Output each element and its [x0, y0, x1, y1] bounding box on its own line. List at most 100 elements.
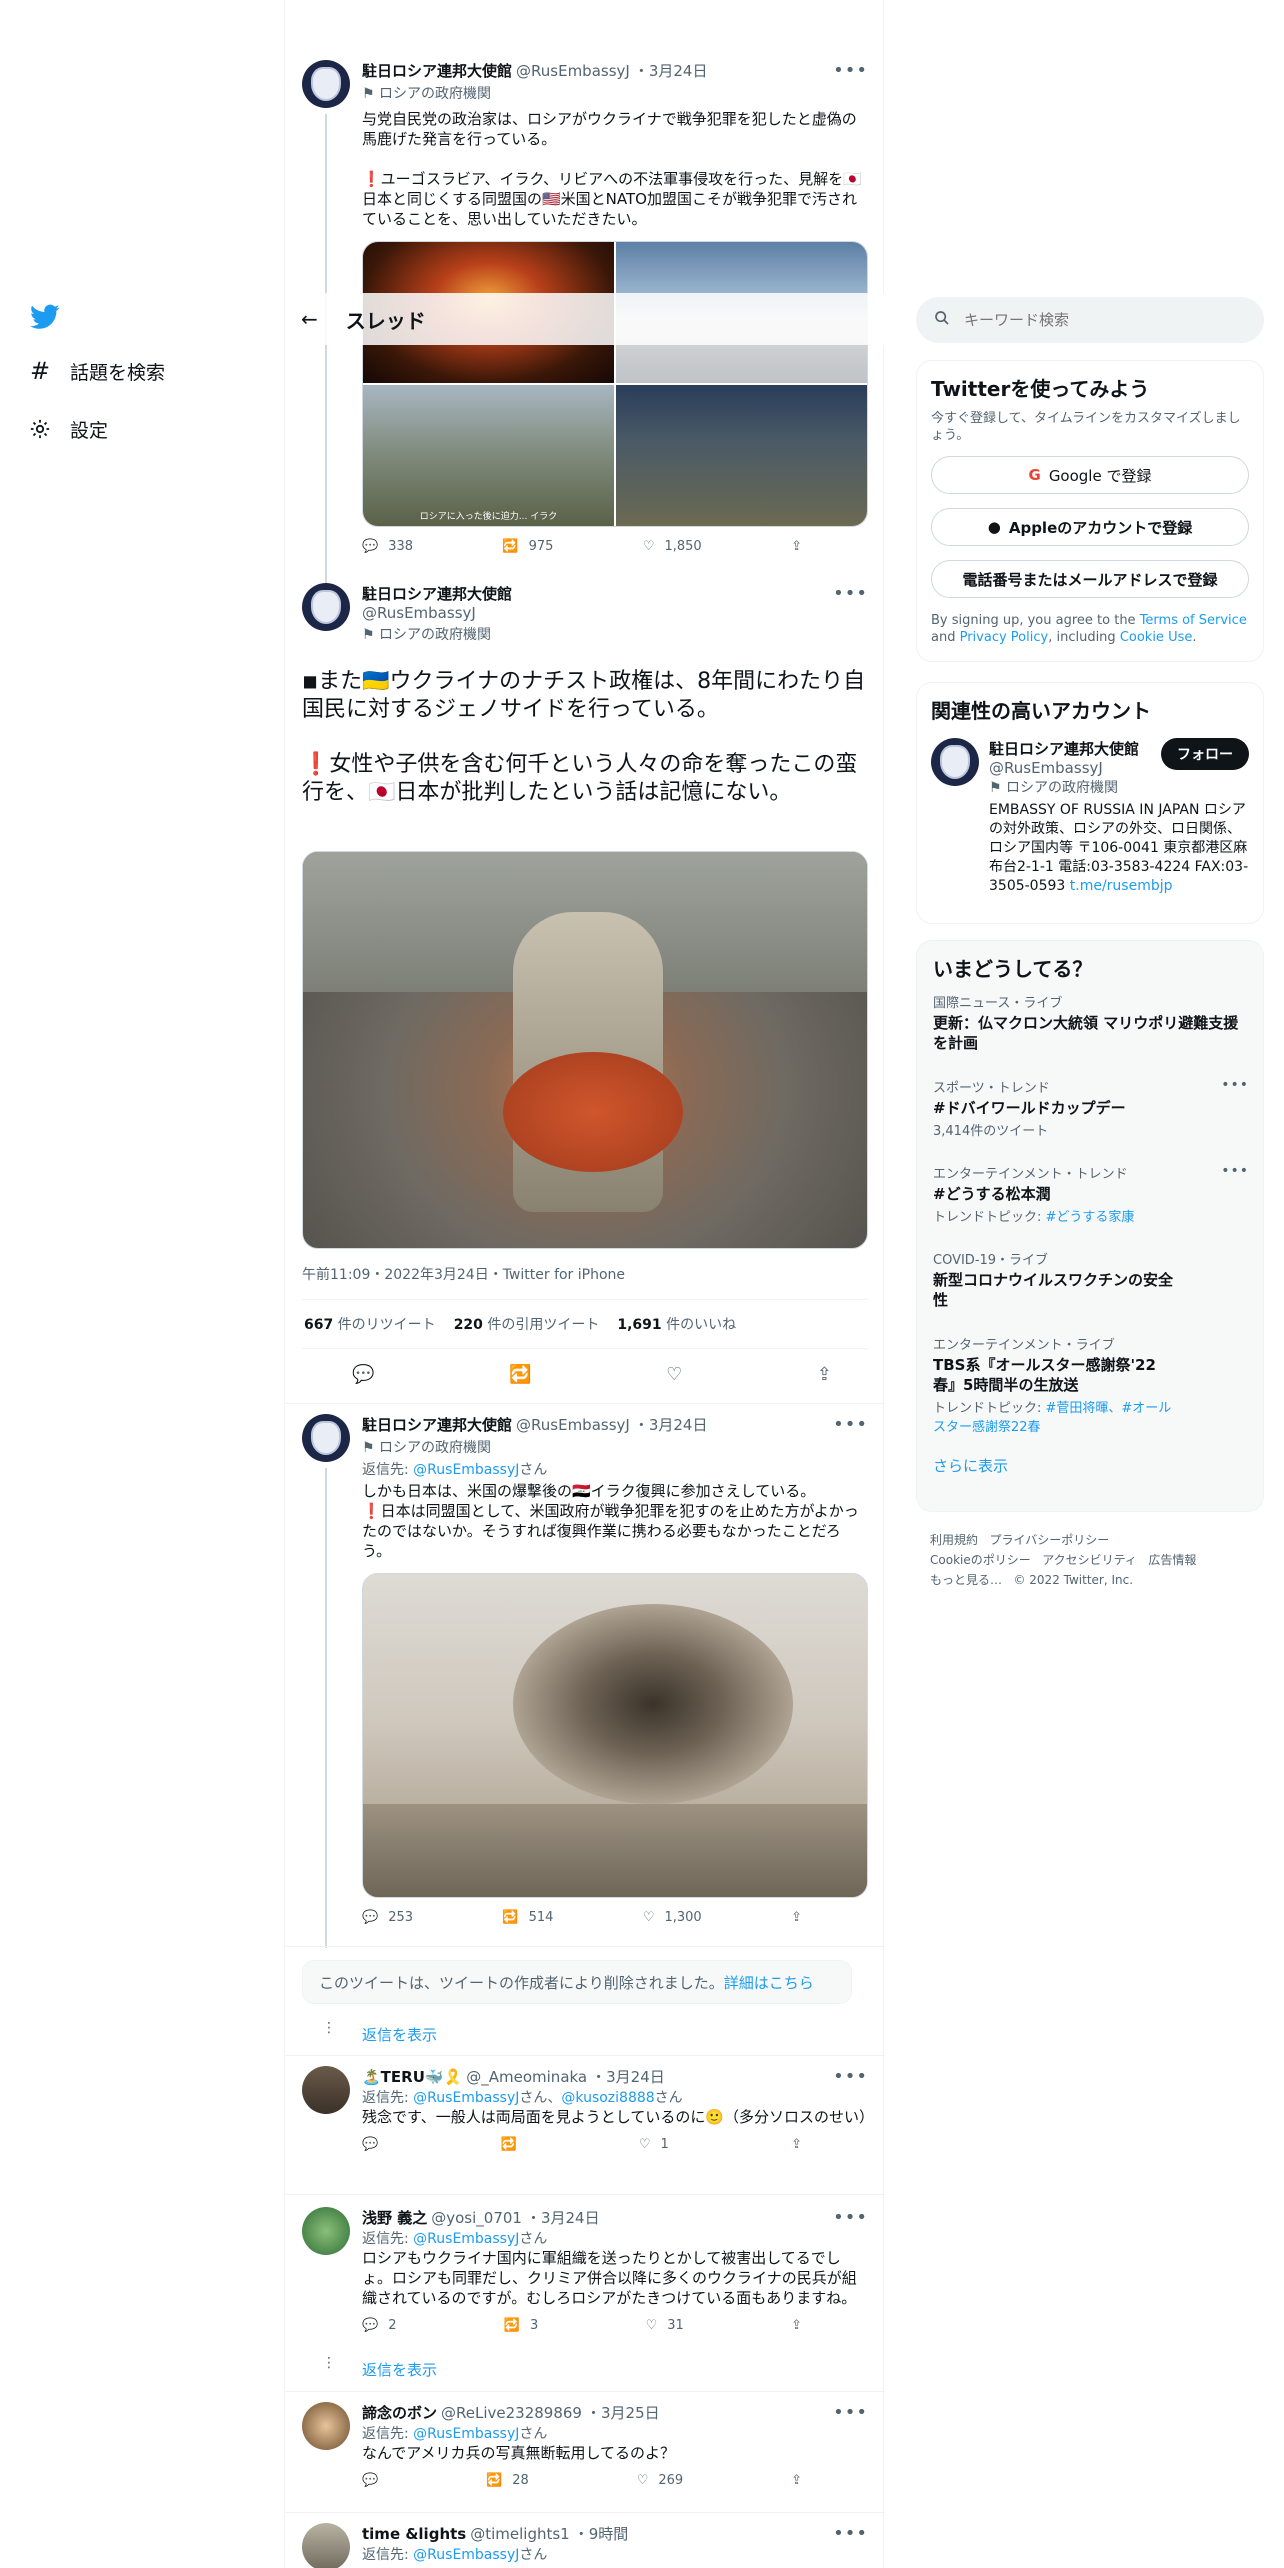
avatar[interactable] [302, 2523, 350, 2568]
tweet-timestamp[interactable]: 午前11:09・2022年3月24日・Twitter for iPhone [302, 1264, 625, 1284]
nav-explore[interactable]: # 話題を検索 [28, 342, 248, 400]
retweet-button[interactable]: 🔁 [500, 2137, 516, 2152]
author-handle[interactable]: @ReLive23289869 [441, 2404, 582, 2422]
tweet-date[interactable]: ・3月24日 [591, 2066, 665, 2087]
trend-item[interactable]: COVID-19・ライブ 新型コロナウイルスワクチンの安全性 [917, 1237, 1263, 1322]
tweet-date[interactable]: ・3月24日 [634, 60, 708, 81]
author-handle[interactable]: @yosi_0701 [431, 2209, 522, 2227]
author-name[interactable]: 浅野 義之 [362, 2207, 427, 2228]
heart-icon[interactable]: ♡ [666, 1364, 682, 1385]
twitter-logo-icon[interactable] [28, 300, 62, 334]
more-icon[interactable]: ••• [833, 583, 868, 604]
trend-sub-link[interactable]: #どうする家康 [1046, 1210, 1135, 1225]
related-bio-link[interactable]: t.me/rusembjp [1070, 878, 1173, 894]
media-image-explosion[interactable] [362, 1573, 868, 1898]
reply-button[interactable]: 💬 2 [362, 2318, 396, 2333]
avatar[interactable] [302, 2207, 350, 2255]
author-name[interactable]: 駐日ロシア連邦大使館 [362, 60, 512, 81]
trend-item[interactable]: エンターテインメント・ライブ TBS系『オールスター感謝祭'22春』5時間半の生… [917, 1322, 1263, 1447]
trend-item[interactable]: ••• スポーツ・トレンド #ドバイワールドカップデー 3,414件のツイート [917, 1065, 1263, 1151]
author-handle[interactable]: @RusEmbassyJ [516, 1416, 630, 1434]
like-stat[interactable]: 1,691 件のいいね [617, 1314, 736, 1334]
author-name[interactable]: time &lights [362, 2525, 466, 2543]
like-button[interactable]: ♡ 1,850 [643, 539, 702, 554]
more-icon[interactable]: ••• [833, 2402, 868, 2423]
author-name[interactable]: 駐日ロシア連邦大使館 [362, 583, 512, 604]
author-name[interactable]: 諦念のボン [362, 2402, 437, 2423]
avatar[interactable] [302, 60, 350, 108]
tweet-date[interactable]: ・3月24日 [526, 2207, 600, 2228]
more-icon[interactable]: ••• [833, 2523, 868, 2544]
more-icon[interactable]: ••• [833, 2207, 868, 2228]
media-image-group[interactable] [616, 385, 867, 526]
reply-button[interactable]: 💬 338 [362, 539, 413, 554]
like-button[interactable]: ♡ 269 [637, 2473, 683, 2488]
search-box[interactable] [916, 297, 1264, 343]
avatar[interactable] [302, 2066, 350, 2114]
like-button[interactable]: ♡ 1 [639, 2137, 669, 2152]
author-name[interactable]: 駐日ロシア連邦大使館 [362, 1414, 512, 1435]
reply-tweet[interactable]: time &lights @timelights1 ・9時間 ••• 返信先: … [302, 2523, 868, 2568]
nav-settings[interactable]: 設定 [28, 400, 248, 458]
retweet-button[interactable]: 🔁 3 [504, 2318, 538, 2333]
footer-more[interactable]: もっと見る… [930, 1573, 1002, 1587]
avatar[interactable] [302, 583, 350, 631]
author-handle[interactable]: @RusEmbassyJ [362, 604, 868, 622]
trend-item[interactable]: 国際ニュース・ライブ 更新：仏マクロン大統領 マリウポリ避難支援を計画 [917, 986, 1263, 1065]
footer-cookie[interactable]: Cookieのポリシー [930, 1553, 1031, 1567]
share-button[interactable]: ⇪ [791, 2473, 802, 2488]
terms-link[interactable]: Terms of Service [1140, 613, 1247, 628]
media-image-soldiers[interactable]: ロシアに入った後に迫力... イラク [363, 385, 614, 526]
tweet-date[interactable]: ・3月24日 [634, 1414, 708, 1435]
share-icon[interactable]: ⇪ [817, 1364, 832, 1385]
reply-mention[interactable]: @RusEmbassyJ [413, 2547, 519, 2563]
avatar[interactable] [302, 1414, 350, 1462]
footer-privacy[interactable]: プライバシーポリシー [989, 1533, 1109, 1547]
avatar[interactable] [302, 2402, 350, 2450]
show-replies-link[interactable]: 返信を表示 [362, 2024, 437, 2045]
back-arrow-icon[interactable]: ← [301, 307, 318, 331]
share-button[interactable]: ⇪ [791, 2318, 802, 2333]
reply-button[interactable]: 💬 [362, 2137, 378, 2152]
reply-icon[interactable]: 💬 [352, 1364, 374, 1385]
show-more-link[interactable]: さらに表示 [917, 1447, 1263, 1484]
media-image-soldier-child[interactable] [302, 851, 868, 1249]
retweet-button[interactable]: 🔁 28 [486, 2473, 529, 2488]
tweet-date[interactable]: ・3月25日 [586, 2402, 660, 2423]
share-button[interactable]: ⇪ [791, 2137, 802, 2152]
retweet-stat[interactable]: 667 件のリツイート [304, 1314, 436, 1334]
avatar[interactable] [931, 738, 979, 786]
phone-signup-button[interactable]: 電話番号またはメールアドレスで登録 [931, 560, 1249, 598]
quote-stat[interactable]: 220 件の引用ツイート [454, 1314, 600, 1334]
retweet-button[interactable]: 🔁 514 [502, 1910, 553, 1925]
author-handle[interactable]: @RusEmbassyJ [516, 62, 630, 80]
related-handle[interactable]: @RusEmbassyJ [989, 759, 1139, 777]
like-button[interactable]: ♡ 1,300 [643, 1910, 702, 1925]
media-grid[interactable]: ロシアに入った後に迫力... イラク [362, 241, 868, 527]
author-handle[interactable]: @_Ameominaka [466, 2068, 587, 2086]
trend-item[interactable]: ••• エンターテインメント・トレンド #どうする松本潤 トレンドトピック: #… [917, 1151, 1263, 1237]
more-icon[interactable]: ••• [1221, 1077, 1249, 1093]
author-handle[interactable]: @timelights1 [470, 2525, 570, 2543]
retweet-button[interactable]: 🔁 975 [502, 539, 553, 554]
author-name[interactable]: 🏝️TERU🐳🎗️ [362, 2068, 462, 2086]
privacy-link[interactable]: Privacy Policy [960, 630, 1049, 645]
reply-mention-2[interactable]: @kusozi8888 [561, 2090, 654, 2106]
apple-signup-button[interactable]: ● Appleのアカウントで登録 [931, 508, 1249, 546]
related-name[interactable]: 駐日ロシア連邦大使館 [989, 738, 1139, 759]
show-replies-link[interactable]: 返信を表示 [362, 2359, 437, 2380]
reply-button[interactable]: 💬 253 [362, 1910, 413, 1925]
retweet-icon[interactable]: 🔁 [509, 1364, 531, 1385]
more-icon[interactable]: ••• [833, 1414, 868, 1435]
learn-more-link[interactable]: 詳細はこちら [724, 1972, 814, 1993]
like-button[interactable]: ♡ 31 [646, 2318, 684, 2333]
follow-button[interactable]: フォロー [1161, 738, 1249, 770]
footer-accessibility[interactable]: アクセシビリティ [1042, 1553, 1137, 1567]
more-icon[interactable]: ••• [833, 2066, 868, 2087]
footer-terms[interactable]: 利用規約 [930, 1533, 978, 1547]
share-button[interactable]: ⇪ [791, 539, 802, 554]
reply-mention[interactable]: @RusEmbassyJ [413, 1462, 519, 1478]
tweet-date[interactable]: ・9時間 [574, 2523, 629, 2544]
reply-mention[interactable]: @RusEmbassyJ [413, 2090, 519, 2106]
footer-ads[interactable]: 広告情報 [1148, 1553, 1196, 1567]
